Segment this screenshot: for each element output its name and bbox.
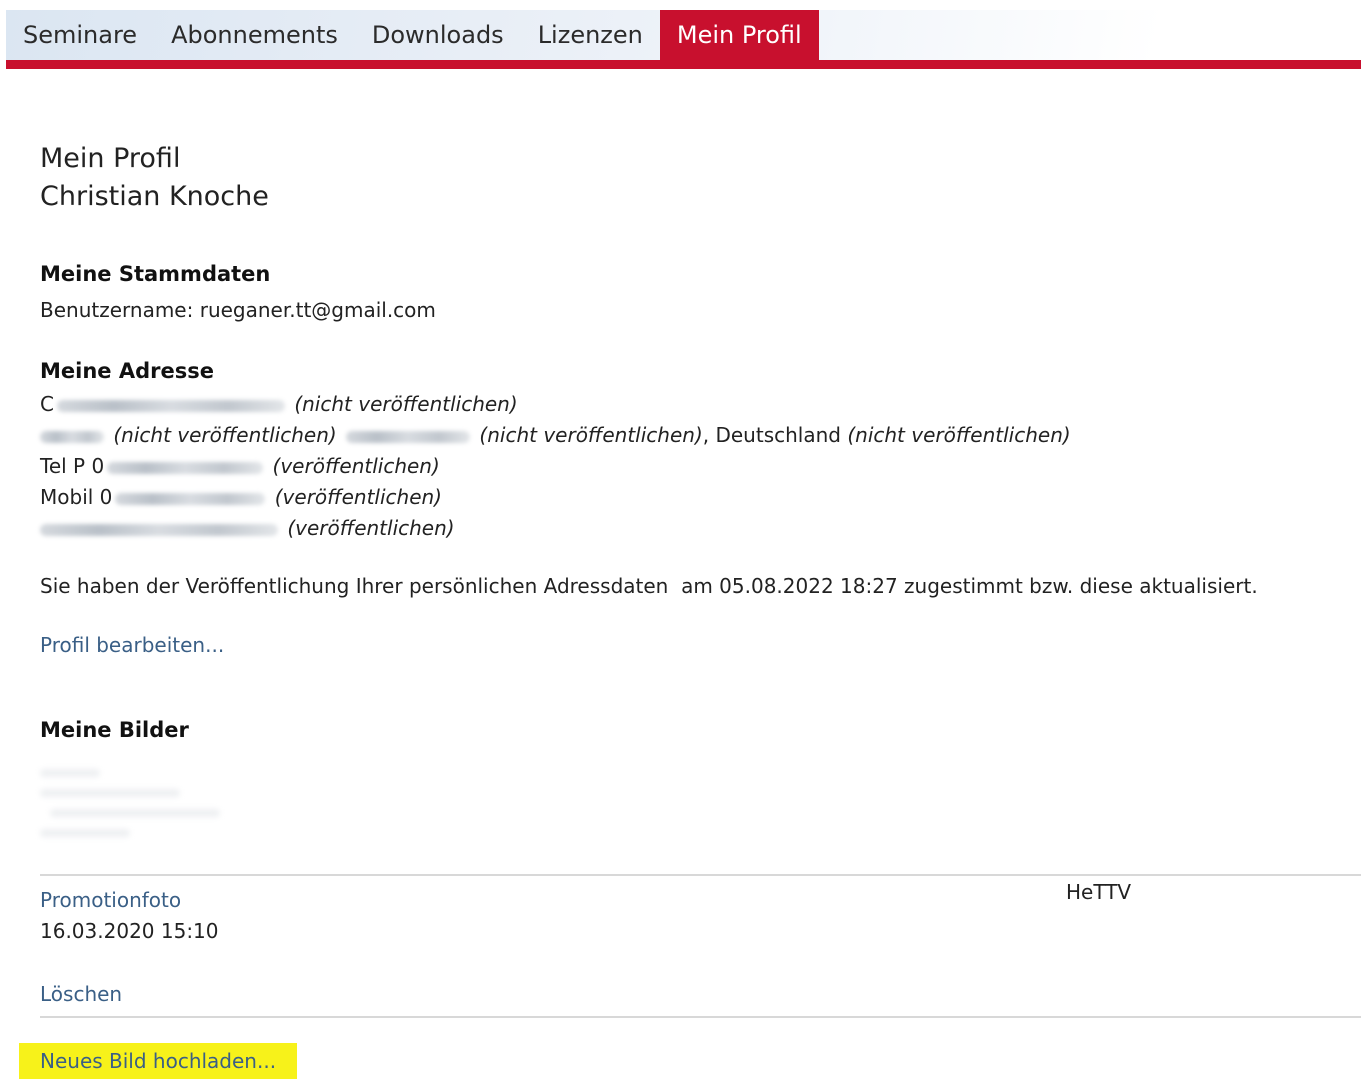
street-start: C <box>40 392 54 416</box>
address-heading: Meine Adresse <box>40 359 214 383</box>
consent-text: Sie haben der Veröffentlichung Ihrer per… <box>40 574 1258 598</box>
page-title: Mein Profil <box>40 143 181 174</box>
mobile-line: Mobil 0 (veröffentlichen) <box>40 482 1361 513</box>
redacted-email <box>40 523 278 536</box>
tab-seminare[interactable]: Seminare <box>6 10 154 60</box>
redacted-city <box>346 430 471 443</box>
edit-link-row: Profil bearbeiten... <box>40 630 1361 661</box>
image-top-divider <box>40 874 1361 876</box>
redacted-street <box>56 399 285 412</box>
edit-profile-link[interactable]: Profil bearbeiten... <box>40 633 224 657</box>
redacted-mobile <box>115 492 266 505</box>
email-line: (veröffentlichen) <box>40 513 1361 544</box>
street-visibility: (nicht veröffentlichen) <box>294 392 518 416</box>
tab-abonnements[interactable]: Abonnements <box>154 10 355 60</box>
upload-image-button[interactable]: Neues Bild hochladen... <box>19 1043 297 1079</box>
country-visibility: (nicht veröffentlichen) <box>847 423 1071 447</box>
delete-image-link[interactable]: Löschen <box>40 982 122 1006</box>
postcode-visibility: (nicht veröffentlichen) <box>113 423 337 447</box>
tab-mein-profil[interactable]: Mein Profil <box>659 10 819 60</box>
mobile-label: Mobil 0 <box>40 485 113 509</box>
top-nav-tabs: Seminare Abonnements Downloads Lizenzen … <box>6 10 819 60</box>
nav-accent-line <box>6 60 1361 69</box>
phone-visibility: (veröffentlichen) <box>272 454 440 478</box>
username-line: Benutzername: rueganer.tt@gmail.com <box>40 295 1361 326</box>
images-heading: Meine Bilder <box>40 718 189 742</box>
mobile-visibility: (veröffentlichen) <box>274 485 442 509</box>
address-city-line: (nicht veröffentlichen) (nicht veröffent… <box>40 420 1361 451</box>
image-date: 16.03.2020 15:10 <box>40 919 219 943</box>
email-visibility: (veröffentlichen) <box>287 516 455 540</box>
image-type-row: Promotionfoto <box>40 885 1361 916</box>
phone-line: Tel P 0 (veröffentlichen) <box>40 451 1361 482</box>
stammdaten-heading: Meine Stammdaten <box>40 262 271 286</box>
image-thumbnail[interactable] <box>40 765 220 845</box>
city-visibility: (nicht veröffentlichen) <box>479 423 703 447</box>
phone-label: Tel P 0 <box>40 454 105 478</box>
image-bottom-divider <box>40 1016 1361 1018</box>
profile-content: Mein Profil Christian Knoche Meine Stamm… <box>40 140 1361 742</box>
redacted-postcode <box>40 430 104 443</box>
username-label: Benutzername: <box>40 298 194 322</box>
tab-downloads[interactable]: Downloads <box>355 10 521 60</box>
redacted-phone <box>107 461 264 474</box>
profile-name: Christian Knoche <box>40 181 269 212</box>
address-street-line: C (nicht veröffentlichen) <box>40 389 1361 420</box>
image-entry: Promotionfoto 16.03.2020 15:10 HeTTV Lös… <box>40 880 1361 1010</box>
image-type-link[interactable]: Promotionfoto <box>40 888 181 912</box>
tab-lizenzen[interactable]: Lizenzen <box>521 10 660 60</box>
username-value: rueganer.tt@gmail.com <box>199 298 436 322</box>
image-organization: HeTTV <box>1066 880 1132 904</box>
country: , Deutschland <box>702 423 841 447</box>
delete-row: Löschen <box>40 979 1361 1010</box>
